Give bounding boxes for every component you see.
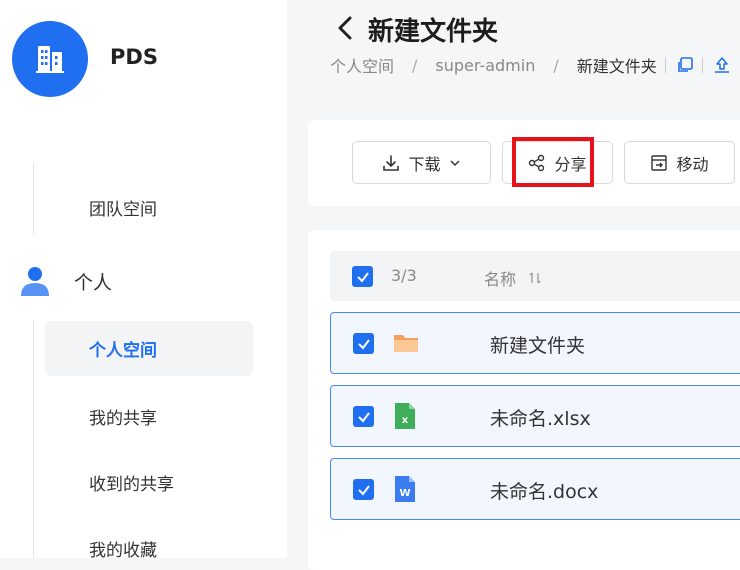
- share-icon: [529, 154, 545, 171]
- file-row[interactable]: 新建文件夹: [330, 312, 740, 374]
- name-column-label: 名称: [484, 270, 517, 289]
- nav-tree-line: [33, 320, 34, 558]
- sidebar-item-team-space[interactable]: 团队空间: [89, 195, 157, 220]
- file-name: 未命名.xlsx: [490, 408, 591, 430]
- row-checkbox[interactable]: [353, 333, 374, 354]
- download-button[interactable]: 下载: [352, 141, 491, 184]
- sidebar-item-received-shares[interactable]: 收到的共享: [89, 470, 174, 495]
- breadcrumb-separator: /: [553, 55, 559, 75]
- breadcrumb-item[interactable]: 个人空间: [330, 53, 394, 77]
- word-file-icon: W: [395, 476, 415, 502]
- row-checkbox[interactable]: [353, 406, 374, 427]
- checkmark-icon: [357, 338, 370, 350]
- back-arrow-icon[interactable]: [334, 15, 356, 41]
- move-label: 移动: [676, 154, 709, 174]
- file-row[interactable]: x 未命名.xlsx: [330, 385, 740, 447]
- sidebar: PDS 团队空间 个人 个人空间 我的共享 收到的共享 我的收藏: [0, 0, 287, 561]
- breadcrumb-separator: /: [412, 55, 418, 75]
- page-title: 新建文件夹: [368, 17, 499, 47]
- app-name: PDS: [110, 45, 158, 69]
- breadcrumb-divider: [701, 57, 703, 73]
- row-checkbox[interactable]: [353, 479, 374, 500]
- breadcrumb-divider: [664, 57, 666, 73]
- sidebar-group-personal[interactable]: 个人: [18, 264, 112, 298]
- user-icon: [21, 267, 49, 296]
- checkmark-icon: [357, 484, 370, 496]
- sidebar-item-personal-space[interactable]: 个人空间: [45, 321, 253, 376]
- checkmark-icon: [357, 411, 370, 423]
- file-name: 未命名.docx: [490, 481, 599, 503]
- breadcrumb-item[interactable]: super-admin: [435, 56, 535, 75]
- app-logo: [12, 21, 88, 97]
- sidebar-group-label: 个人: [74, 271, 113, 294]
- sidebar-item-my-shares[interactable]: 我的共享: [89, 404, 157, 429]
- breadcrumb-current: 新建文件夹: [576, 57, 657, 76]
- sidebar-item-favorites[interactable]: 我的收藏: [89, 536, 157, 561]
- file-row[interactable]: W 未命名.docx: [330, 458, 740, 520]
- sort-icon: [529, 272, 541, 284]
- share-button[interactable]: 分享: [502, 141, 613, 184]
- checkmark-icon: [356, 271, 369, 283]
- download-label: 下载: [408, 154, 441, 174]
- svg-text:x: x: [402, 415, 409, 426]
- move-icon: [651, 154, 668, 171]
- file-name: 新建文件夹: [490, 335, 586, 357]
- name-column-header[interactable]: 名称: [484, 266, 542, 290]
- upload-icon[interactable]: [713, 56, 731, 74]
- breadcrumb: 个人空间 / super-admin / 新建文件夹: [330, 53, 731, 77]
- folder-icon: [394, 335, 418, 352]
- download-icon: [383, 154, 400, 171]
- svg-text:W: W: [399, 488, 410, 499]
- excel-file-icon: x: [395, 403, 415, 429]
- select-all-checkbox[interactable]: [352, 266, 373, 287]
- selected-count: 3/3: [391, 266, 417, 285]
- share-label: 分享: [554, 154, 587, 174]
- chevron-down-icon: [449, 159, 460, 166]
- building-icon: [36, 46, 64, 73]
- copy-icon[interactable]: [676, 56, 694, 74]
- nav-tree-line: [33, 163, 34, 235]
- move-button[interactable]: 移动: [624, 141, 735, 184]
